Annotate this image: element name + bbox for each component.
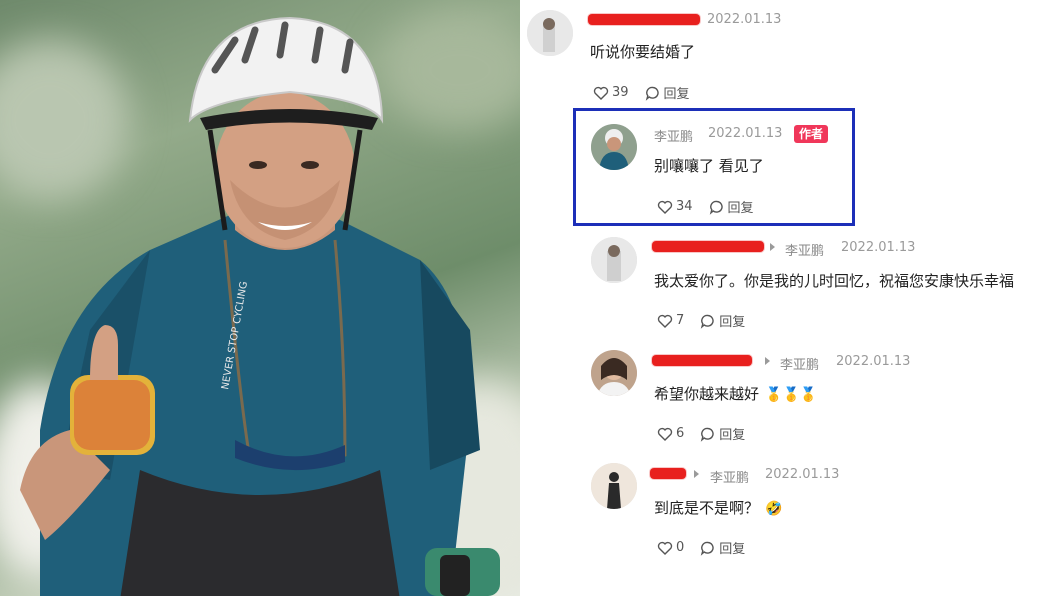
comment-text: 到底是不是啊？ 🤣 bbox=[654, 497, 782, 518]
like-count: 34 bbox=[676, 199, 693, 214]
reply-target-name[interactable]: 李亚鹏 bbox=[780, 354, 819, 373]
author-name[interactable]: 李亚鹏 bbox=[654, 126, 693, 145]
medal-emoji: 🥇🥇🥇 bbox=[765, 387, 818, 403]
redacted-username bbox=[652, 241, 764, 252]
comment-text: 别嚷嚷了 看见了 bbox=[654, 157, 764, 175]
comment-date: 2022.01.13 bbox=[707, 12, 782, 27]
comment-actions: 0 回复 bbox=[657, 538, 745, 557]
reply-button[interactable]: 回复 bbox=[719, 538, 745, 557]
comment-text: 听说你要结婚了 bbox=[590, 43, 696, 61]
like-count: 7 bbox=[676, 313, 685, 328]
like-count: 0 bbox=[676, 540, 685, 555]
reply-arrow-icon bbox=[770, 243, 775, 251]
heart-outline-icon[interactable] bbox=[593, 85, 609, 101]
comment-text-body: 到底是不是啊？ bbox=[654, 499, 760, 517]
heart-outline-icon[interactable] bbox=[657, 313, 673, 329]
comment-text: 我太爱你了。你是我的儿时回忆，祝福您安康快乐幸福 bbox=[654, 272, 1015, 290]
heart-outline-icon[interactable] bbox=[657, 540, 673, 556]
comment-date: 2022.01.13 bbox=[836, 354, 911, 369]
redacted-username bbox=[650, 468, 686, 479]
comment-actions: 34 回复 bbox=[657, 197, 754, 216]
reply-target-name[interactable]: 李亚鹏 bbox=[710, 467, 749, 486]
commenter-avatar[interactable] bbox=[591, 237, 637, 283]
reply-button[interactable]: 回复 bbox=[664, 83, 690, 102]
comment-date: 2022.01.13 bbox=[841, 240, 916, 255]
redacted-username bbox=[652, 355, 752, 366]
comment-date: 2022.01.13 bbox=[765, 467, 840, 482]
speech-bubble-icon[interactable] bbox=[645, 85, 661, 101]
redacted-username bbox=[588, 14, 700, 25]
reply-button[interactable]: 回复 bbox=[719, 311, 745, 330]
comment-date: 2022.01.13 bbox=[708, 126, 783, 141]
reply-button[interactable]: 回复 bbox=[719, 424, 745, 443]
comment-actions: 39 回复 bbox=[593, 83, 690, 102]
laughing-emoji: 🤣 bbox=[765, 501, 783, 517]
speech-bubble-icon[interactable] bbox=[700, 426, 716, 442]
speech-bubble-icon[interactable] bbox=[700, 313, 716, 329]
heart-outline-icon[interactable] bbox=[657, 426, 673, 442]
commenter-avatar[interactable] bbox=[591, 463, 637, 509]
author-avatar[interactable] bbox=[591, 124, 637, 170]
like-count: 39 bbox=[612, 85, 629, 100]
reply-arrow-icon bbox=[694, 470, 699, 478]
comment-text: 希望你越来越好 🥇🥇🥇 bbox=[654, 383, 817, 404]
commenter-avatar[interactable] bbox=[591, 350, 637, 396]
like-count: 6 bbox=[676, 426, 685, 441]
reply-button[interactable]: 回复 bbox=[728, 197, 754, 216]
author-badge: 作者 bbox=[794, 125, 829, 143]
reply-arrow-icon bbox=[765, 357, 770, 365]
comment-text-body: 希望你越来越好 bbox=[654, 385, 760, 403]
heart-outline-icon[interactable] bbox=[657, 199, 673, 215]
commenter-avatar[interactable] bbox=[527, 10, 573, 56]
comment-actions: 6 回复 bbox=[657, 424, 745, 443]
speech-bubble-icon[interactable] bbox=[700, 540, 716, 556]
speech-bubble-icon[interactable] bbox=[709, 199, 725, 215]
cyclist-photo: NEVER STOP CYCLING bbox=[0, 0, 520, 596]
reply-target-name[interactable]: 李亚鹏 bbox=[785, 240, 824, 259]
comment-actions: 7 回复 bbox=[657, 311, 745, 330]
